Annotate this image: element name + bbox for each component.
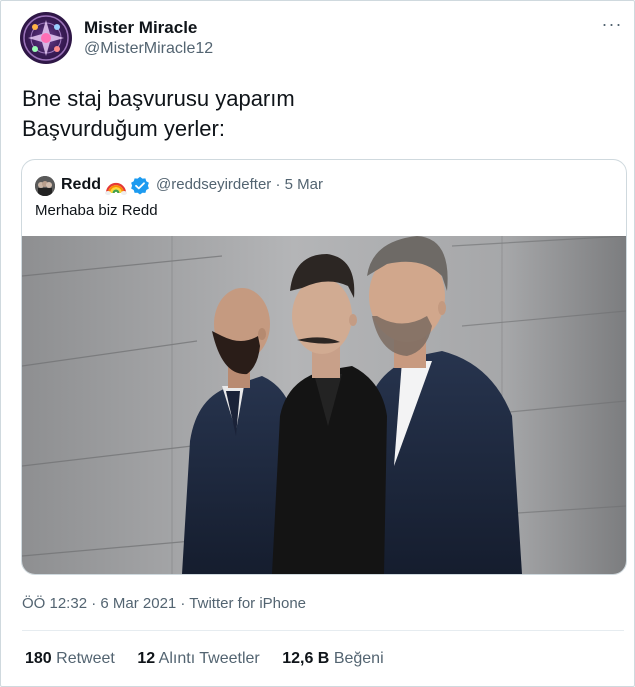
quoted-meta: @reddseyirdefter · 5 Mar — [156, 176, 323, 193]
likes-count: 12,6 B — [282, 650, 330, 667]
quoted-avatar-image — [35, 176, 55, 196]
retweet-label: Retweet — [56, 650, 115, 667]
likes-stat[interactable]: 12,6 B Beğeni — [282, 650, 383, 668]
tweet-line-1: Bne staj başvurusu yaparım — [22, 86, 295, 111]
quoted-handle[interactable]: @reddseyirdefter — [156, 176, 271, 193]
author-avatar[interactable] — [20, 12, 72, 64]
quoted-tweet-header: Redd @reddseyirdefter · 5 Mar — [35, 174, 615, 196]
quoted-name[interactable]: Redd — [61, 176, 101, 194]
tweet-line-2: Başvurduğum yerler: — [22, 116, 225, 141]
likes-label: Beğeni — [333, 650, 384, 667]
quoted-avatar[interactable] — [35, 176, 55, 196]
quote-count: 12 — [137, 650, 156, 667]
meta-separator: · — [271, 176, 285, 193]
author-handle[interactable]: @MisterMiracle12 — [84, 40, 213, 58]
quoted-text: Merhaba biz Redd — [35, 202, 158, 219]
tweet-text: Bne staj başvurusu yaparım Başvurduğum y… — [22, 84, 295, 144]
engagement-stats: 180 Retweet 12 Alıntı Tweetler 12,6 B Be… — [25, 650, 402, 668]
quoted-tweet[interactable]: Redd @reddseyirdefter · 5 Mar Merhaba bi… — [21, 159, 627, 575]
quoted-photo[interactable] — [22, 236, 626, 574]
quote-label: Alıntı Tweetler — [158, 650, 260, 667]
divider — [22, 630, 624, 631]
more-horizontal-icon[interactable]: ··· — [600, 14, 624, 34]
tweet-header: Mister Miracle @MisterMiracle12 ··· — [20, 12, 621, 68]
retweet-stat[interactable]: 180 Retweet — [25, 650, 115, 668]
retweet-count: 180 — [25, 650, 52, 667]
avatar-emblem-icon — [23, 15, 69, 61]
rainbow-icon — [105, 182, 127, 195]
author-name[interactable]: Mister Miracle — [84, 18, 197, 38]
verified-badge-icon — [131, 176, 149, 195]
quoted-date[interactable]: 5 Mar — [285, 176, 323, 193]
quote-tweets-stat[interactable]: 12 Alıntı Tweetler — [137, 650, 259, 668]
tweet-timestamp[interactable]: ÖÖ 12:32 · 6 Mar 2021 · Twitter for iPho… — [22, 595, 306, 612]
